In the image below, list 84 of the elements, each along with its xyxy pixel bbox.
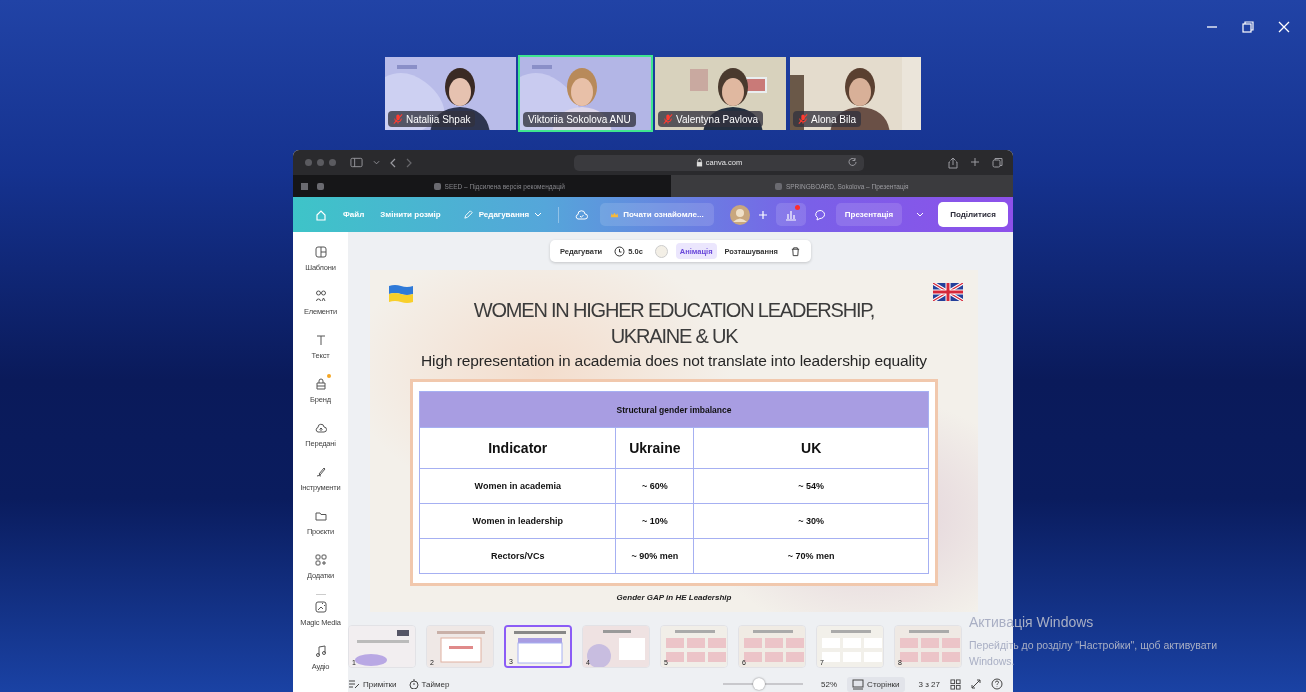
slide-footnote: Gender GAP in HE Leadership	[615, 593, 733, 602]
reload-icon[interactable]	[848, 157, 858, 168]
table-cell: ~ 54%	[693, 468, 929, 504]
ukraine-flag-icon	[388, 284, 414, 304]
pencil-icon	[462, 209, 474, 220]
uk-flag-icon	[933, 283, 963, 301]
notes-icon	[348, 679, 360, 689]
grid-view-icon[interactable]	[950, 678, 961, 690]
column-header: Ukraine	[615, 427, 694, 469]
pages-button[interactable]: Сторінки	[847, 676, 905, 692]
participant-name: Valentyna Pavlova	[676, 113, 759, 125]
participant-name: Nataliia Shpak	[406, 113, 471, 125]
slide-preview-drawing	[817, 626, 883, 667]
table-cell: ~ 30%	[693, 503, 929, 539]
sidebar-nav-icon	[313, 377, 328, 391]
help-icon[interactable]	[991, 678, 1003, 690]
window-minimize-dot[interactable]	[317, 159, 324, 166]
sidebar-nav-icon	[313, 644, 328, 658]
zoom-percentage: 52%	[821, 679, 838, 689]
table-cell: Women in leadership	[419, 503, 616, 539]
new-tab-icon[interactable]	[970, 156, 980, 167]
cloud-check-icon	[575, 209, 589, 220]
lock-icon	[695, 158, 703, 167]
slide-subtitle: High representation in academia does not translate into leadership equality	[419, 351, 928, 371]
share-icon[interactable]	[948, 156, 958, 169]
bar-chart-icon	[784, 208, 797, 221]
fullscreen-icon[interactable]	[971, 679, 981, 689]
plus-icon	[757, 209, 768, 220]
present-button[interactable]: Презентація	[835, 203, 903, 226]
timer-button[interactable]: Таймер	[408, 679, 450, 689]
back-icon[interactable]	[390, 157, 396, 168]
column-header: UK	[693, 427, 929, 469]
pages-icon	[852, 678, 865, 690]
pinned-tab-icon[interactable]	[316, 181, 325, 191]
table-cell: ~ 70% men	[693, 538, 929, 574]
sidebar-toggle-icon[interactable]	[350, 157, 363, 168]
video-tile[interactable]: Valentyna Pavlova	[653, 55, 788, 132]
table-cell: Rectors/VCs	[419, 538, 616, 574]
slide-preview-drawing	[661, 626, 727, 667]
slide-title: WOMEN IN HIGHER EDUCATION LEADERSHIP, UKRAINE & UK	[472, 298, 876, 349]
tabs-overview-icon[interactable]	[992, 156, 1003, 168]
table-cell: ~ 90% men	[615, 538, 694, 574]
sidebar-nav-icon	[313, 245, 328, 259]
video-tile[interactable]: Alona Bila	[788, 55, 923, 132]
table-cell: ~ 60%	[615, 468, 694, 504]
video-tile[interactable]: Nataliia Shpak	[383, 55, 518, 132]
table-cell: ~ 10%	[615, 503, 694, 539]
video-tile[interactable]: Viktoriia Sokolova ANU	[518, 55, 653, 132]
sidebar-nav-icon	[313, 509, 328, 523]
tab-group-icon[interactable]	[300, 181, 309, 191]
slide-preview-drawing	[739, 626, 805, 667]
window-zoom-dot[interactable]	[329, 159, 336, 166]
home-icon	[315, 208, 327, 221]
chevron-down-icon	[916, 212, 925, 217]
slider-thumb[interactable]	[753, 678, 766, 690]
chevron-down-icon[interactable]	[373, 160, 380, 165]
close-icon[interactable]	[1278, 21, 1290, 33]
sidebar-nav-icon	[313, 553, 328, 567]
forward-icon[interactable]	[406, 157, 412, 168]
slide-preview-drawing	[895, 626, 961, 667]
window-close-dot[interactable]	[305, 159, 312, 166]
comment-icon	[813, 208, 826, 221]
notes-button[interactable]: Примітки	[348, 679, 397, 689]
column-header: Indicator	[419, 427, 616, 469]
slide-preview-drawing	[506, 627, 570, 666]
sidebar-nav-icon	[313, 421, 328, 435]
table-caption: Structural gender imbalance	[419, 391, 929, 428]
chevron-down-icon	[534, 212, 543, 217]
slide-preview-drawing	[427, 626, 493, 667]
page-counter: 3 з 27	[918, 679, 940, 689]
slide-preview-drawing	[583, 626, 649, 667]
user-avatar[interactable]	[729, 204, 750, 225]
clock-icon	[614, 245, 626, 257]
sidebar-nav-icon	[313, 289, 328, 303]
sidebar-nav-icon	[313, 600, 328, 614]
table-cell: Women in academia	[419, 468, 616, 504]
restore-icon[interactable]	[1242, 21, 1254, 33]
participant-name: Viktoriia Sokolova ANU	[528, 114, 631, 125]
crown-icon	[610, 210, 620, 219]
share-button[interactable]: Поділитися	[938, 202, 1008, 227]
stopwatch-icon	[408, 679, 419, 689]
participant-name: Alona Bila	[811, 113, 857, 125]
insights-button[interactable]	[775, 203, 806, 226]
trash-icon	[789, 245, 801, 257]
